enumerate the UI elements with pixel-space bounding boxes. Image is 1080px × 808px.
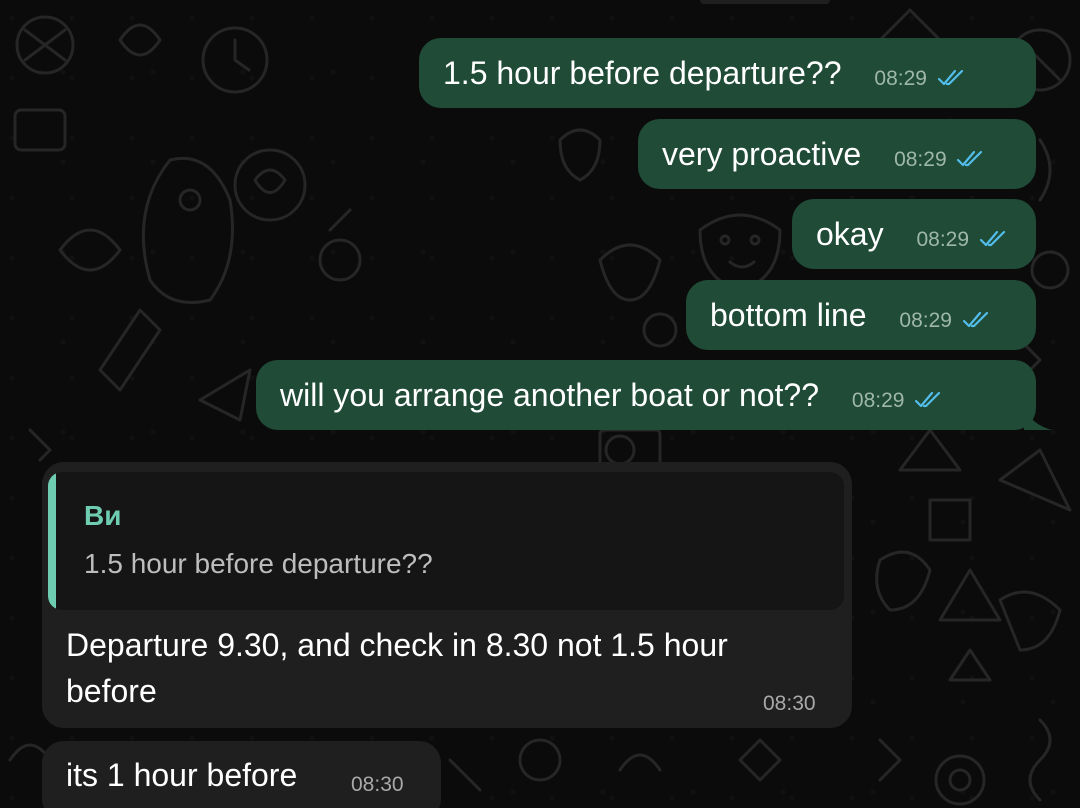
read-double-check-icon <box>937 69 963 86</box>
outgoing-message[interactable]: very proactive 08:29 <box>638 119 1036 189</box>
previous-message-edge <box>700 0 830 4</box>
read-double-check-icon <box>962 311 988 328</box>
read-double-check-icon <box>915 391 941 408</box>
chat-view: 1.5 hour before departure?? 08:29 very p… <box>0 0 1080 808</box>
message-time: 08:29 <box>874 67 927 90</box>
message-text: 1.5 hour before departure?? <box>443 55 842 91</box>
message-meta: 08:29 <box>899 306 991 337</box>
bubble-tail <box>1024 406 1052 430</box>
outgoing-message[interactable]: bottom line 08:29 <box>686 280 1036 350</box>
message-time: 08:29 <box>894 148 947 171</box>
read-double-check-icon <box>979 230 1005 247</box>
outgoing-message[interactable]: okay 08:29 <box>792 199 1036 269</box>
message-text: Departure 9.30, and check in 8.30 not 1.… <box>66 622 836 714</box>
message-meta: 08:29 <box>894 145 986 176</box>
message-time: 08:29 <box>899 309 952 332</box>
reply-author: Ви <box>84 500 122 531</box>
outgoing-message[interactable]: will you arrange another boat or not?? 0… <box>256 360 1052 430</box>
reply-text: 1.5 hour before departure?? <box>84 548 433 579</box>
message-time: 08:30 <box>763 692 816 715</box>
message-time: 08:29 <box>916 228 970 251</box>
message-text: very proactive <box>662 136 862 172</box>
message-meta: 08:29 <box>852 386 944 417</box>
message-text-line: before <box>66 673 157 709</box>
message-time: 08:30 <box>351 773 404 796</box>
message-meta: 08:29 <box>916 225 1008 256</box>
read-double-check-icon <box>957 150 983 167</box>
outgoing-message[interactable]: 1.5 hour before departure?? 08:29 <box>419 38 1036 108</box>
reply-accent-bar <box>48 472 56 610</box>
quoted-reply[interactable]: Ви 1.5 hour before departure?? <box>48 472 844 610</box>
message-time: 08:29 <box>851 389 905 412</box>
message-meta: 08:29 <box>874 64 966 95</box>
message-text-line: Departure 9.30, and check in 8.30 not 1.… <box>66 627 728 663</box>
message-text: its 1 hour before <box>66 757 298 793</box>
message-text: bottom line <box>710 297 867 333</box>
message-text: will you arrange another boat or not?? <box>280 377 820 413</box>
message-text: okay <box>816 216 884 252</box>
